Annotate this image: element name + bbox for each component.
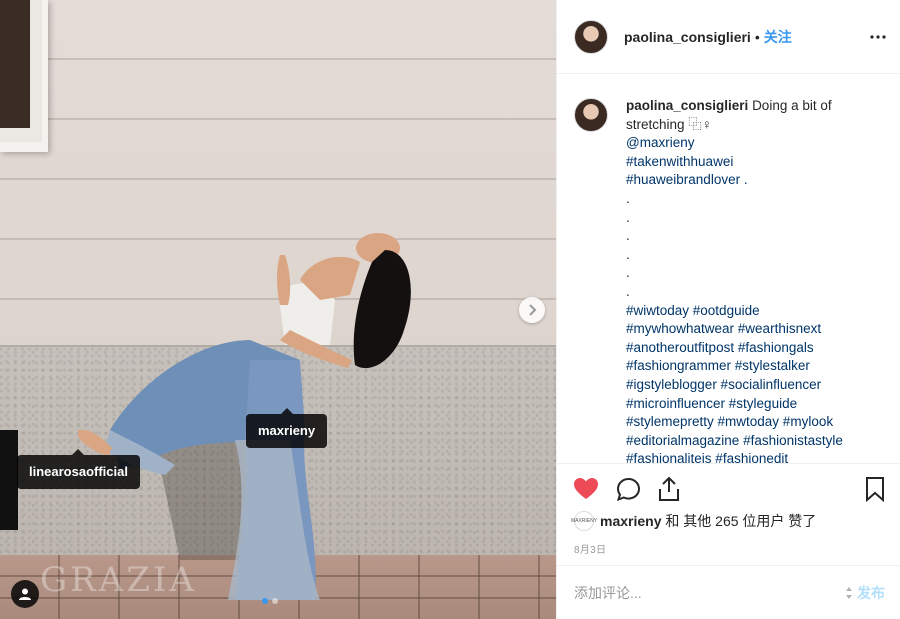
hashtag-line[interactable]: #mywhowhatwear #wearthisnext bbox=[626, 320, 876, 339]
hashtag-line[interactable]: #igstyleblogger #socialinfluencer bbox=[626, 376, 876, 395]
caption-dot: . bbox=[626, 209, 630, 225]
caption-emoji: ⿻♀ bbox=[688, 116, 712, 132]
hashtag-line[interactable]: #microinfluencer #styleguide bbox=[626, 395, 876, 414]
likes-summary[interactable]: MAXRIENY maxrieny 和 其他 265 位用户 赞了 bbox=[571, 510, 817, 532]
carousel-indicator bbox=[262, 598, 278, 604]
user-tag-maxrieny[interactable]: maxrieny bbox=[246, 408, 328, 448]
caption-dot: . bbox=[626, 246, 630, 262]
like-button[interactable] bbox=[573, 476, 599, 502]
show-tags-button[interactable] bbox=[11, 580, 39, 608]
comment-bar: 发布 bbox=[557, 565, 900, 619]
hashtag-line[interactable]: #wiwtoday #ootdguide bbox=[626, 302, 876, 321]
caption-avatar[interactable] bbox=[574, 98, 608, 132]
comment-icon bbox=[616, 477, 640, 501]
separator-dot: • bbox=[754, 28, 760, 45]
header-username[interactable]: paolina_consiglieri bbox=[624, 29, 751, 45]
caption-dot: . bbox=[626, 228, 630, 244]
hashtag-line[interactable]: #huaweibrandlover . bbox=[626, 171, 876, 190]
more-options-button[interactable] bbox=[869, 28, 887, 46]
hashtag-line[interactable]: #fashionaliteis #fashionedit bbox=[626, 450, 876, 463]
chevron-right-icon bbox=[529, 304, 537, 316]
carousel-next-button[interactable] bbox=[519, 297, 545, 323]
caption-username[interactable]: paolina_consiglieri bbox=[626, 98, 748, 113]
hashtag-line[interactable]: #editorialmagazine #fashionistastyle bbox=[626, 432, 876, 451]
likes-count-text[interactable]: 和 其他 265 位用户 bbox=[665, 513, 784, 529]
mention-link[interactable]: @maxrieny bbox=[626, 134, 876, 153]
caption-dot: . bbox=[626, 283, 630, 299]
avatar[interactable] bbox=[574, 19, 608, 54]
post-photo[interactable]: GRAZIA maxrieny linearosaofficial bbox=[0, 0, 556, 619]
hashtag-line[interactable]: #fashiongrammer #stylestalker bbox=[626, 357, 876, 376]
comment-button[interactable] bbox=[615, 476, 641, 502]
post-sidebar: paolina_consiglieri • 关注 paolina_consigl… bbox=[556, 0, 900, 619]
post-date[interactable]: 8月3日 bbox=[574, 541, 606, 556]
likes-suffix: 赞了 bbox=[788, 513, 817, 529]
hashtag-line[interactable]: #stylemepretty #mwtoday #mylook bbox=[626, 413, 876, 432]
more-horizontal-icon bbox=[870, 35, 886, 39]
share-icon bbox=[659, 476, 679, 501]
user-icon bbox=[19, 588, 31, 600]
hashtag-line[interactable]: #anotheroutfitpost #fashiongals bbox=[626, 339, 876, 358]
post-comment-label[interactable]: 发布 bbox=[857, 583, 885, 603]
heart-filled-icon bbox=[574, 478, 598, 499]
caption-text: paolina_consiglieri Doing a bit of stret… bbox=[626, 97, 876, 463]
caption-area[interactable]: paolina_consiglieri Doing a bit of stret… bbox=[557, 75, 900, 463]
liker-avatar[interactable]: MAXRIENY bbox=[571, 511, 597, 531]
post-header: paolina_consiglieri • 关注 bbox=[557, 0, 900, 74]
follow-button[interactable]: 关注 bbox=[764, 27, 792, 47]
comment-input[interactable] bbox=[574, 584, 844, 601]
carousel-dot bbox=[272, 598, 278, 604]
post-comment-button[interactable]: 发布 bbox=[844, 583, 885, 603]
caption-dot: . bbox=[626, 265, 630, 281]
bookmark-icon bbox=[866, 477, 884, 502]
hashtag-line[interactable]: #takenwithhuawei bbox=[626, 153, 876, 172]
user-tag-linearosaofficial[interactable]: linearosaofficial bbox=[17, 449, 140, 489]
person-illustration bbox=[78, 233, 411, 600]
updown-icon bbox=[844, 586, 854, 600]
share-button[interactable] bbox=[656, 476, 682, 502]
watermark-logo: GRAZIA bbox=[40, 560, 197, 600]
action-bar bbox=[557, 463, 900, 513]
caption-dot: . bbox=[626, 190, 630, 206]
save-button[interactable] bbox=[862, 476, 888, 502]
liker-username[interactable]: maxrieny bbox=[600, 513, 661, 529]
carousel-dot bbox=[262, 598, 268, 604]
